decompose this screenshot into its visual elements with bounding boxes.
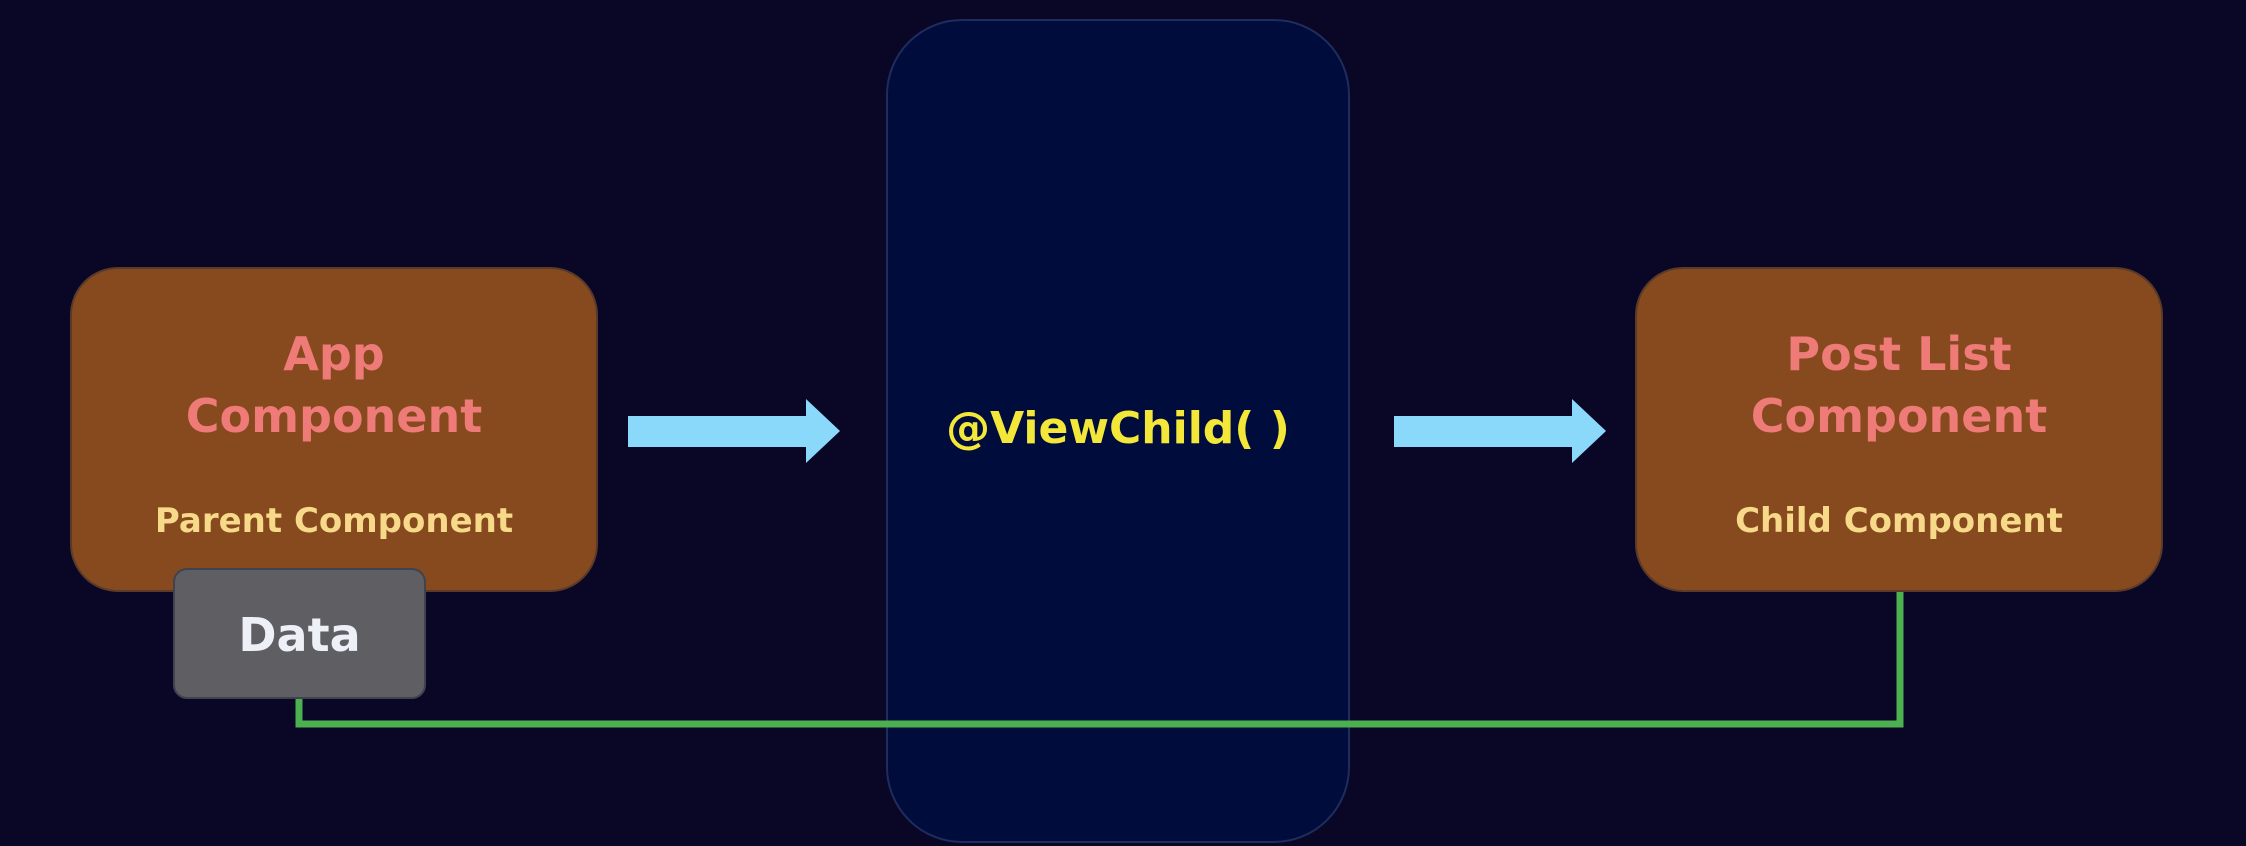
arrow-right-icon <box>1394 399 1606 463</box>
arrow-right-icon <box>628 399 840 463</box>
data-label: Data <box>238 608 361 662</box>
diagram-canvas: @ViewChild( ) App Component Parent Compo… <box>0 0 2246 846</box>
diagram-overlay <box>295 399 1904 728</box>
connector-line <box>295 592 1904 728</box>
data-box: Data <box>173 568 426 699</box>
